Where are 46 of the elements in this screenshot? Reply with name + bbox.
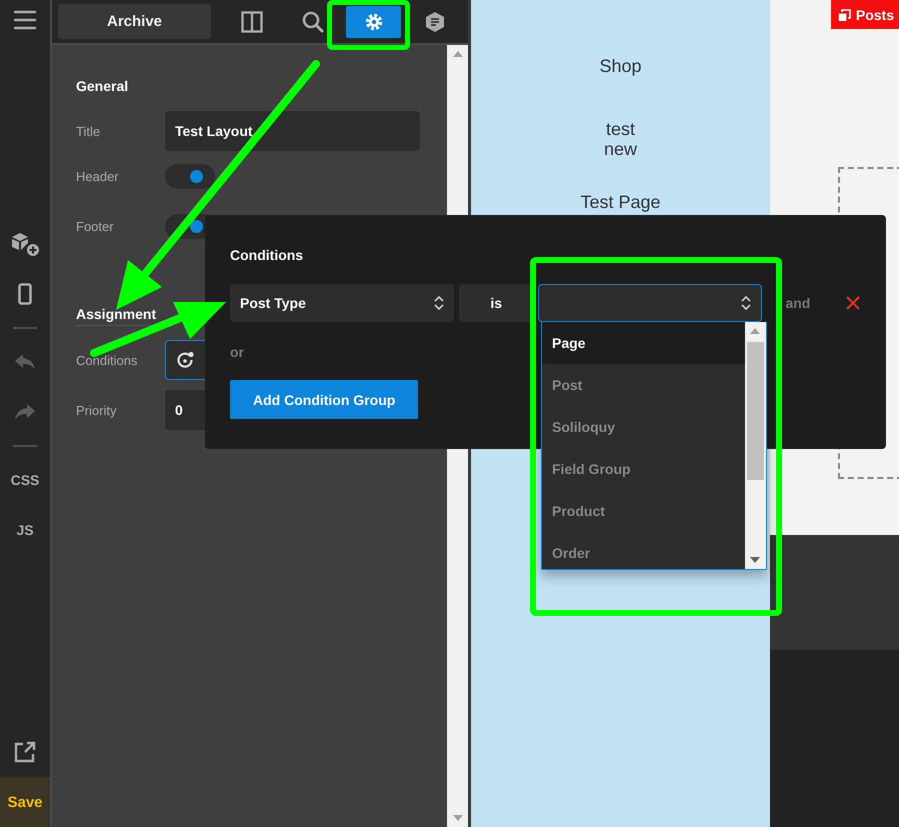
- field-label: Priority: [76, 402, 118, 418]
- settings-icon: [364, 12, 384, 32]
- list-option[interactable]: Field Group: [542, 448, 745, 490]
- cube-plus-icon[interactable]: [10, 231, 40, 257]
- add-group-button[interactable]: Add Condition Group: [230, 380, 418, 419]
- list-option[interactable]: Page: [542, 322, 745, 364]
- template-type-button[interactable]: Archive: [58, 4, 211, 39]
- external-link-icon[interactable]: [14, 741, 36, 763]
- windows-icon: [838, 8, 852, 22]
- scroll-up-icon: [750, 328, 760, 334]
- input-field[interactable]: Test Layout: [165, 111, 420, 151]
- scroll-down-icon[interactable]: [452, 815, 462, 821]
- field-label: Title: [76, 124, 102, 138]
- joiner-label: and: [785, 295, 812, 311]
- popup-title: Conditions: [230, 246, 304, 265]
- tablet-icon[interactable]: [18, 283, 32, 305]
- list-option[interactable]: Product: [542, 490, 745, 532]
- menu-icon[interactable]: [14, 10, 36, 30]
- code-editor-button[interactable]: JS: [0, 505, 50, 555]
- hexagon-note-icon: [424, 10, 444, 32]
- or-label: or: [230, 344, 244, 360]
- list-option[interactable]: Post: [542, 364, 745, 406]
- list-option[interactable]: Soliloquy: [542, 406, 745, 448]
- menu-link[interactable]: Test Page: [580, 192, 661, 212]
- section-heading: General: [76, 77, 130, 96]
- code-editor-button[interactable]: CSS: [0, 455, 50, 505]
- menu-link[interactable]: test new: [604, 119, 638, 159]
- scroll-down-icon: [750, 557, 760, 563]
- scroll-thumb[interactable]: [747, 342, 764, 480]
- field-select[interactable]: Post Type: [230, 284, 454, 322]
- posts-badge[interactable]: Posts: [830, 0, 899, 29]
- field-label: Footer: [76, 218, 115, 234]
- field-label: Header: [76, 168, 120, 184]
- field-label: Conditions: [76, 352, 138, 368]
- chevron-updown-icon: [434, 296, 444, 310]
- toggle-switch[interactable]: [165, 164, 215, 188]
- save-button[interactable]: Save: [0, 777, 50, 827]
- chevron-updown-icon: [741, 296, 752, 310]
- gauge-icon: [176, 351, 194, 369]
- menu-link[interactable]: Shop: [599, 56, 642, 76]
- search-icon: [302, 10, 324, 32]
- columns-icon: [240, 10, 262, 32]
- close-icon[interactable]: [845, 295, 861, 311]
- value-select[interactable]: [538, 284, 762, 322]
- scroll-up-icon[interactable]: [452, 51, 462, 57]
- list-option[interactable]: Order: [542, 532, 745, 574]
